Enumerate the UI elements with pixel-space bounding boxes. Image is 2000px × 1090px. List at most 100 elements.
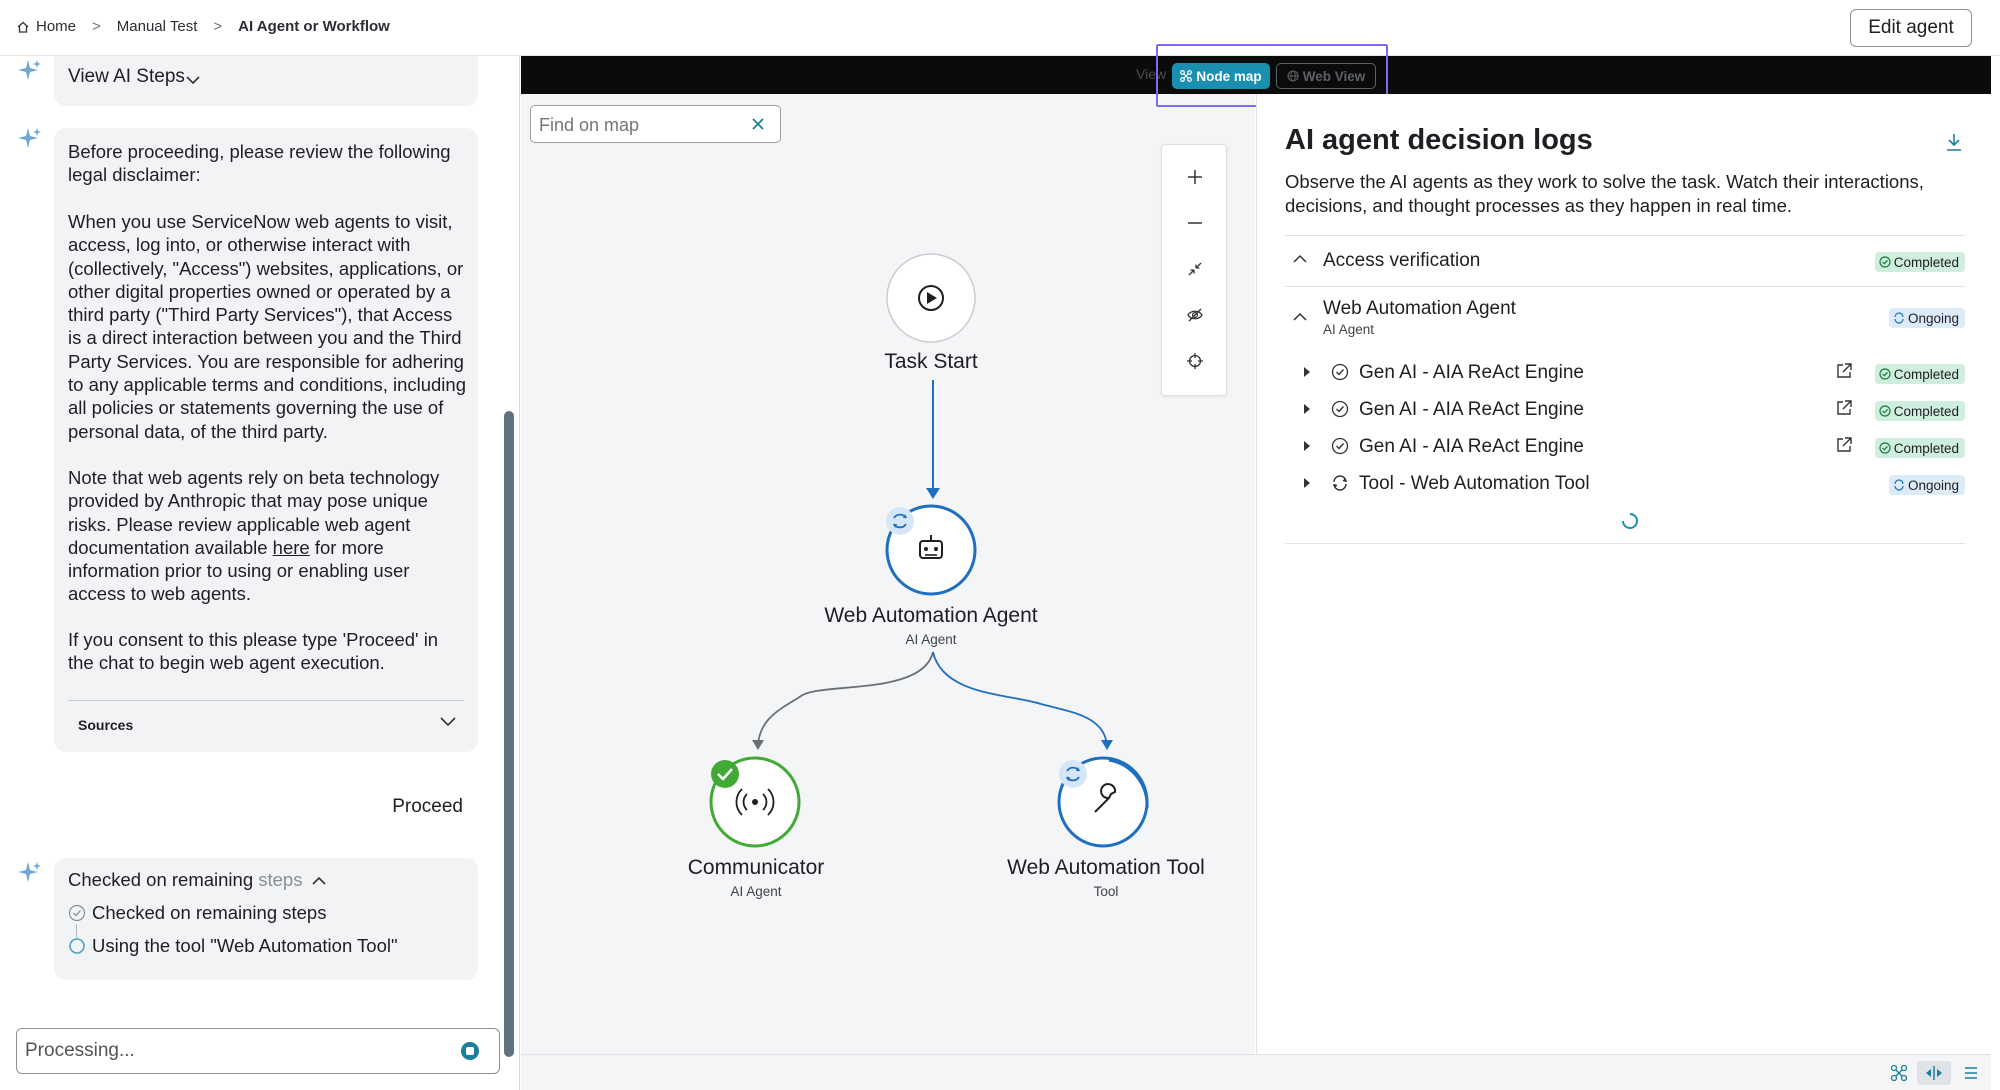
- task-start-node[interactable]: [886, 253, 976, 343]
- zoom-out-button[interactable]: [1183, 211, 1207, 235]
- breadcrumb-separator: >: [92, 18, 101, 35]
- node-map-canvas[interactable]: Task Start Web Automation Agent AI Agent…: [521, 56, 1255, 1054]
- chevron-down-icon: [186, 76, 200, 85]
- center-button[interactable]: [1183, 349, 1207, 373]
- breadcrumb-current: AI Agent or Workflow: [238, 18, 390, 35]
- chevron-up-icon: [1293, 254, 1307, 263]
- chat-scrollbar[interactable]: [504, 411, 514, 1057]
- log-web-automation-agent[interactable]: Web Automation Agent AI Agent Ongoing: [1285, 298, 1965, 342]
- chevron-up-icon: [1293, 312, 1307, 321]
- zoom-in-button[interactable]: [1183, 165, 1207, 189]
- chat-panel: View AI Steps Before proceeding, please …: [0, 56, 520, 1090]
- user-message: Proceed: [392, 796, 463, 817]
- communicator-type: AI Agent: [730, 884, 782, 899]
- top-bar: Home > Manual Test > AI Agent or Workflo…: [0, 0, 2000, 56]
- web-agent-type: AI Agent: [905, 632, 957, 647]
- tool-type: Tool: [1093, 884, 1119, 899]
- open-external-icon[interactable]: [1835, 436, 1853, 454]
- globe-icon: [1287, 70, 1299, 82]
- log-step[interactable]: Tool - Web Automation Tool Ongoing: [1285, 469, 1965, 499]
- chevron-up-icon: [312, 876, 326, 885]
- documentation-link[interactable]: here: [273, 537, 310, 558]
- disclaimer-beta-note: Note that web agents rely on beta techno…: [68, 467, 440, 605]
- loading-circle-icon: [69, 938, 85, 954]
- ai-sparkle-icon: [18, 60, 41, 80]
- communicator-label: Communicator: [687, 856, 825, 879]
- sync-icon: [1894, 479, 1904, 491]
- task-start-label: Task Start: [884, 350, 978, 373]
- status-badge: Completed: [1874, 252, 1965, 272]
- download-icon[interactable]: [1945, 132, 1963, 152]
- web-automation-tool-node[interactable]: [1057, 756, 1149, 848]
- minus-icon: [1188, 222, 1202, 224]
- web-automation-agent-node[interactable]: [885, 504, 977, 596]
- decision-logs-panel: AI agent decision logs Observe the AI ag…: [1256, 94, 1991, 1054]
- chat-input[interactable]: [25, 1037, 445, 1065]
- stop-button[interactable]: [461, 1042, 479, 1060]
- caret-right-icon: [1304, 367, 1310, 377]
- logs-title: AI agent decision logs: [1285, 124, 1593, 156]
- fit-view-button[interactable]: [1183, 257, 1207, 281]
- log-step[interactable]: Gen AI - AIA ReAct Engine Completed: [1285, 358, 1965, 388]
- log-step[interactable]: Gen AI - AIA ReAct Engine Completed: [1285, 395, 1965, 425]
- log-step[interactable]: Gen AI - AIA ReAct Engine Completed: [1285, 432, 1965, 462]
- node-map-button[interactable]: Node map: [1172, 63, 1270, 89]
- caret-right-icon: [1304, 404, 1310, 414]
- crosshair-icon: [1187, 353, 1203, 369]
- logs-description: Observe the AI agents as they work to so…: [1285, 171, 1924, 216]
- chevron-down-icon: [440, 717, 456, 727]
- breadcrumb-separator: >: [213, 18, 223, 35]
- check-circle-icon: [1879, 405, 1891, 417]
- step-item: Checked on remaining steps: [68, 902, 326, 924]
- disclaimer-intro: Before proceeding, please review the fol…: [68, 141, 451, 186]
- node-map-icon: [1890, 1064, 1908, 1082]
- find-on-map: [530, 105, 781, 143]
- tool-label: Web Automation Tool: [1007, 856, 1205, 879]
- disclaimer-message: Before proceeding, please review the fol…: [54, 128, 478, 752]
- bottom-toolbar: [521, 1054, 1991, 1090]
- log-access-verification[interactable]: Access verification Completed: [1285, 246, 1965, 276]
- node-map-icon: [1180, 70, 1193, 82]
- breadcrumb: Home > Manual Test > AI Agent or Workflo…: [16, 18, 390, 35]
- check-circle-icon: [1331, 400, 1349, 418]
- web-view-button[interactable]: Web View: [1276, 63, 1376, 89]
- sources-toggle[interactable]: Sources: [68, 700, 464, 750]
- sync-icon: [1333, 475, 1347, 491]
- check-circle-icon: [1331, 437, 1349, 455]
- caret-right-icon: [1304, 441, 1310, 451]
- status-badge: Ongoing: [1888, 308, 1965, 328]
- find-on-map-input[interactable]: [539, 112, 739, 138]
- ai-sparkle-icon: [18, 128, 41, 148]
- loading-spinner-icon: [1622, 513, 1638, 529]
- collapse-icon: [1188, 262, 1202, 276]
- progress-toggle[interactable]: Checked on remaining steps: [68, 869, 326, 891]
- step-item: Using the tool "Web Automation Tool": [68, 935, 398, 957]
- clear-icon[interactable]: [750, 116, 766, 132]
- caret-right-icon: [1304, 478, 1310, 488]
- split-view-button[interactable]: [1917, 1061, 1951, 1085]
- breadcrumb-home[interactable]: Home: [16, 18, 76, 35]
- list-view-button[interactable]: [1959, 1061, 1983, 1085]
- home-icon: [17, 21, 29, 33]
- check-circle-icon: [1331, 363, 1349, 381]
- status-badge: Completed: [1874, 401, 1965, 421]
- toggle-visibility-button[interactable]: [1183, 303, 1207, 327]
- edit-agent-button[interactable]: Edit agent: [1850, 9, 1972, 47]
- map-layout-button[interactable]: [1887, 1061, 1911, 1085]
- status-badge: Ongoing: [1888, 475, 1965, 495]
- open-external-icon[interactable]: [1835, 399, 1853, 417]
- list-icon: [1965, 1067, 1977, 1079]
- check-circle-icon: [68, 904, 86, 922]
- check-circle-icon: [1879, 256, 1891, 268]
- node-map-graph: [709, 253, 1149, 848]
- view-ai-steps[interactable]: View AI Steps: [54, 56, 478, 106]
- disclaimer-consent: If you consent to this please type 'Proc…: [68, 629, 439, 674]
- breadcrumb-manual-test[interactable]: Manual Test: [117, 18, 198, 35]
- check-circle-icon: [1879, 368, 1891, 380]
- map-controls: [1161, 144, 1227, 396]
- status-badge: Completed: [1874, 438, 1965, 458]
- communicator-node[interactable]: [709, 756, 801, 848]
- status-badge: Completed: [1874, 364, 1965, 384]
- sync-icon: [1894, 312, 1904, 324]
- open-external-icon[interactable]: [1835, 362, 1853, 380]
